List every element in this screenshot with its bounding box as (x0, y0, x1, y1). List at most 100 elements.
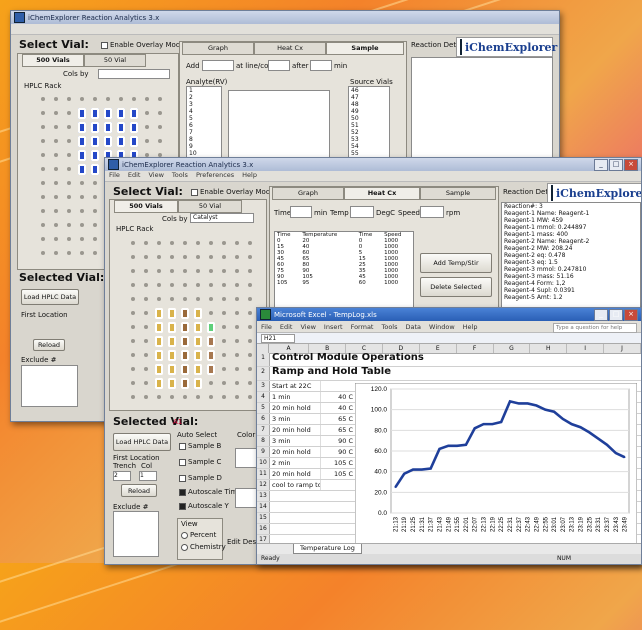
vial-cell[interactable] (243, 376, 256, 390)
vial-cell[interactable] (165, 278, 178, 292)
analyte-item[interactable]: 2 (187, 94, 221, 101)
cols-by-select[interactable]: Catalyst (190, 213, 254, 223)
column-header[interactable]: E (420, 344, 457, 353)
vial-cell[interactable] (62, 92, 75, 106)
option-1[interactable]: Sample B (179, 442, 221, 450)
trench-input[interactable]: 2 (113, 471, 131, 481)
vial-cell[interactable] (165, 292, 178, 306)
vial-cell[interactable] (191, 306, 204, 320)
cell-b[interactable]: 105 C (321, 469, 353, 479)
vial-cell[interactable] (217, 320, 230, 334)
tab-graph[interactable]: Graph (182, 42, 254, 55)
vial-cell[interactable] (75, 162, 88, 176)
tab-50-vial[interactable]: 50 Vial (178, 200, 242, 213)
vial-cell[interactable] (153, 134, 166, 148)
vial-cell[interactable] (165, 362, 178, 376)
vial-cell[interactable] (243, 320, 256, 334)
source-vial-item[interactable]: 50 (349, 115, 389, 122)
column-header[interactable]: A (269, 344, 310, 353)
column-header[interactable]: H (530, 344, 568, 353)
vial-cell[interactable] (88, 162, 101, 176)
vial-cell[interactable] (114, 106, 127, 120)
menu-item-help[interactable]: Help (463, 323, 478, 331)
vial-cell[interactable] (75, 176, 88, 190)
vial-cell[interactable] (191, 292, 204, 306)
tab-sample[interactable]: Sample (326, 42, 404, 55)
menu-item-format[interactable]: Format (351, 323, 374, 331)
vial-cell[interactable] (36, 162, 49, 176)
vial-cell[interactable] (243, 390, 256, 404)
analyte-item[interactable]: 10 (187, 150, 221, 157)
load-hplc-button[interactable]: Load HPLC Data (113, 433, 171, 451)
cell-a[interactable]: 3 min (270, 436, 321, 446)
vial-cell[interactable] (62, 134, 75, 148)
add-input[interactable] (202, 60, 234, 71)
column-header[interactable]: I (567, 344, 605, 353)
vial-cell[interactable] (139, 362, 152, 376)
cell-b[interactable]: 65 C (321, 414, 353, 424)
overlay-checkbox[interactable]: Enable Overlay Mode (101, 41, 185, 49)
source-vial-item[interactable]: 47 (349, 94, 389, 101)
source-vial-item[interactable]: 54 (349, 143, 389, 150)
vial-cell[interactable] (152, 236, 165, 250)
detail-line[interactable]: Reagent-1 MW: 459 (502, 217, 640, 224)
vial-cell[interactable] (243, 306, 256, 320)
vial-cell[interactable] (217, 376, 230, 390)
col-input[interactable]: 1 (139, 471, 157, 481)
vial-cell[interactable] (243, 292, 256, 306)
vial-cell[interactable] (140, 106, 153, 120)
cols-by-select[interactable] (98, 69, 170, 79)
vial-cell[interactable] (75, 246, 88, 260)
vial-cell[interactable] (217, 292, 230, 306)
vial-cell[interactable] (62, 204, 75, 218)
maximize-button[interactable]: □ (609, 158, 623, 171)
vial-cell[interactable] (152, 278, 165, 292)
vial-cell[interactable] (88, 148, 101, 162)
vial-cell[interactable] (49, 218, 62, 232)
vial-cell[interactable] (191, 348, 204, 362)
vial-cell[interactable] (191, 390, 204, 404)
vial-cell[interactable] (165, 348, 178, 362)
detail-line[interactable]: Reagent-4 Supl: 0.0391 (502, 287, 640, 294)
vial-cell[interactable] (126, 306, 139, 320)
vial-cell[interactable] (49, 162, 62, 176)
vial-cell[interactable] (88, 232, 101, 246)
exclude-input[interactable] (21, 365, 78, 407)
source-vial-item[interactable]: 53 (349, 136, 389, 143)
vial-cell[interactable] (217, 334, 230, 348)
exclude-list[interactable] (113, 511, 159, 557)
vial-cell[interactable] (204, 278, 217, 292)
cell-b[interactable]: 90 C (321, 436, 353, 446)
menu-item-window[interactable]: Window (429, 323, 455, 331)
vial-cell[interactable] (62, 176, 75, 190)
detail-line[interactable]: Reagent-1 Name: Reagent-1 (502, 210, 640, 217)
table-row[interactable]: 105 95 60 1000 (275, 280, 413, 286)
source-vial-list[interactable]: 46 47 48 49 50 51 52 53 54 55 (348, 86, 390, 168)
vial-cell[interactable] (191, 362, 204, 376)
close-button[interactable]: × (624, 308, 638, 321)
cell-a[interactable]: 1 min (270, 392, 321, 402)
sheet-row[interactable]: 1 Control Module Operations (257, 353, 641, 367)
vial-cell[interactable] (230, 292, 243, 306)
vial-cell[interactable] (230, 264, 243, 278)
overlay-checkbox[interactable]: Enable Overlay Mode (191, 188, 275, 196)
autoscale-y-checkbox[interactable]: Autoscale Y (179, 502, 229, 510)
menu-item-view[interactable]: View (300, 323, 315, 331)
cell-b[interactable]: 105 C (321, 458, 353, 468)
vial-cell[interactable] (178, 362, 191, 376)
vial-cell[interactable] (139, 278, 152, 292)
vial-cell[interactable] (62, 120, 75, 134)
vial-cell[interactable] (126, 334, 139, 348)
vial-cell[interactable] (36, 134, 49, 148)
detail-line[interactable]: Reaction#: 3 (502, 203, 640, 210)
vial-grid[interactable] (126, 236, 256, 404)
source-vial-item[interactable]: 51 (349, 122, 389, 129)
vial-cell[interactable] (114, 120, 127, 134)
vial-cell[interactable] (230, 278, 243, 292)
vial-cell[interactable] (140, 92, 153, 106)
cell-b[interactable]: 40 C (321, 403, 353, 413)
vial-cell[interactable] (230, 250, 243, 264)
vial-cell[interactable] (230, 376, 243, 390)
vial-cell[interactable] (114, 134, 127, 148)
maximize-button[interactable]: □ (609, 308, 623, 321)
